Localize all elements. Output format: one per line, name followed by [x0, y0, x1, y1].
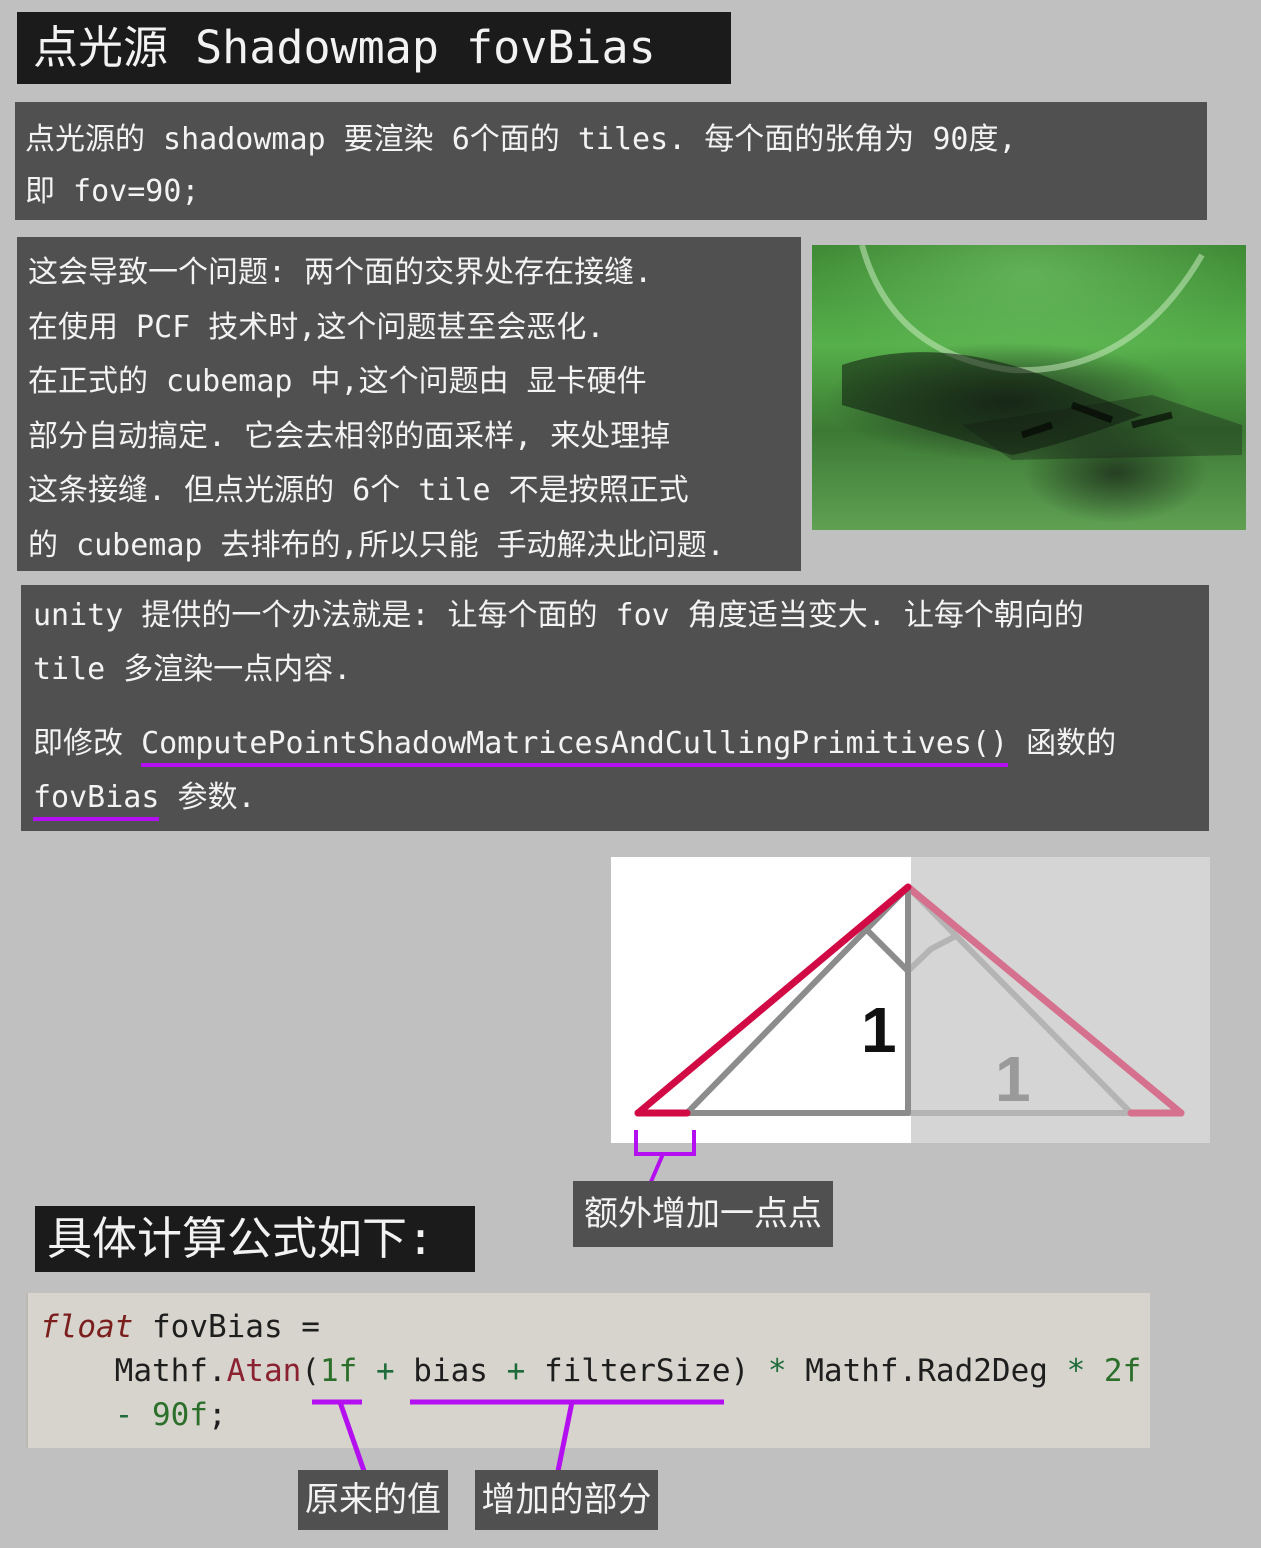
intro-panel: 点光源的 shadowmap 要渲染 6个面的 tiles. 每个面的张角为 9…: [15, 102, 1207, 220]
code-op: +: [357, 1353, 414, 1389]
param-name: fovBias: [33, 780, 160, 821]
code-fn: Atan: [226, 1353, 302, 1389]
code-num: 1f: [319, 1353, 358, 1389]
faded-unit-label: 1: [995, 1043, 1031, 1115]
code-keyword: float: [40, 1309, 134, 1345]
code-end: ;: [207, 1397, 227, 1433]
solution-line-3: 即修改 ComputePointShadowMatricesAndCulling…: [33, 717, 1197, 771]
function-name: ComputePointShadowMatricesAndCullingPrim…: [141, 726, 1009, 767]
unit-label: 1: [861, 994, 897, 1066]
page-title: 点光源 Shadowmap fovBias: [17, 12, 731, 84]
shadow-seam-render-image: [812, 245, 1246, 530]
solution-line-2: tile 多渲染一点内容.: [33, 652, 352, 687]
code-obj: Mathf.: [114, 1353, 227, 1389]
code-line-1: float fovBias =: [40, 1305, 1138, 1349]
extra-bracket: [634, 1130, 696, 1185]
solution-panel: unity 提供的一个办法就是: 让每个面的 fov 角度适当变大. 让每个朝向…: [21, 585, 1209, 831]
problem-line: 这条接缝. 但点光源的 6个 tile 不是按照正式: [28, 473, 689, 508]
solution-line-1: unity 提供的一个办法就是: 让每个面的 fov 角度适当变大. 让每个朝向…: [33, 598, 1084, 633]
code-num: 90f: [151, 1397, 208, 1433]
problem-line: 的 cubemap 去排布的,所以只能 手动解决此问题.: [28, 527, 725, 563]
code-annotations: [312, 1399, 724, 1472]
formula-heading: 具体计算公式如下:: [35, 1206, 475, 1272]
code-num: 2f: [1103, 1353, 1142, 1389]
intro-line-1: 点光源的 shadowmap 要渲染 6个面的 tiles. 每个面的张角为 9…: [25, 122, 1017, 157]
code-op: *: [1047, 1353, 1104, 1389]
problem-line: 在使用 PCF 技术时,这个问题甚至会恶化.: [28, 309, 605, 345]
code-op: -: [114, 1397, 152, 1433]
problem-panel: 这会导致一个问题: 两个面的交界处存在接缝. 在使用 PCF 技术时,这个问题甚…: [17, 237, 801, 571]
problem-line: 在正式的 cubemap 中,这个问题由 显卡硬件: [28, 364, 647, 399]
param-suffix: 参数.: [159, 780, 256, 815]
intro-line-2: 即 fov=90;: [25, 174, 200, 209]
code-var: fovBias =: [133, 1309, 320, 1345]
code-filter: filterSize): [543, 1353, 750, 1389]
original-value-label: 原来的值: [298, 1470, 448, 1530]
solution-prefix: 即修改: [33, 726, 142, 761]
added-part-label: 增加的部分: [475, 1470, 658, 1530]
seam-render-overlay: [842, 245, 1242, 460]
solution-line-4: fovBias 参数.: [33, 771, 1197, 825]
problem-line: 部分自动搞定. 它会去相邻的面采样, 来处理掉: [28, 418, 671, 454]
extra-callout: 额外增加一点点: [573, 1181, 833, 1247]
code-paren: (: [301, 1353, 320, 1389]
problem-line: 这会导致一个问题: 两个面的交界处存在接缝.: [28, 255, 653, 290]
code-op: *: [749, 1353, 806, 1389]
code-line-2: Mathf.Atan(1f + bias + filterSize) * Mat…: [40, 1349, 1142, 1393]
code-bias: bias: [413, 1353, 488, 1389]
solution-suffix: 函数的: [1008, 726, 1117, 761]
code-rad: Mathf.Rad2Deg: [805, 1353, 1048, 1389]
fov-diagram: 1 1: [611, 857, 1210, 1143]
code-op: +: [487, 1353, 544, 1389]
